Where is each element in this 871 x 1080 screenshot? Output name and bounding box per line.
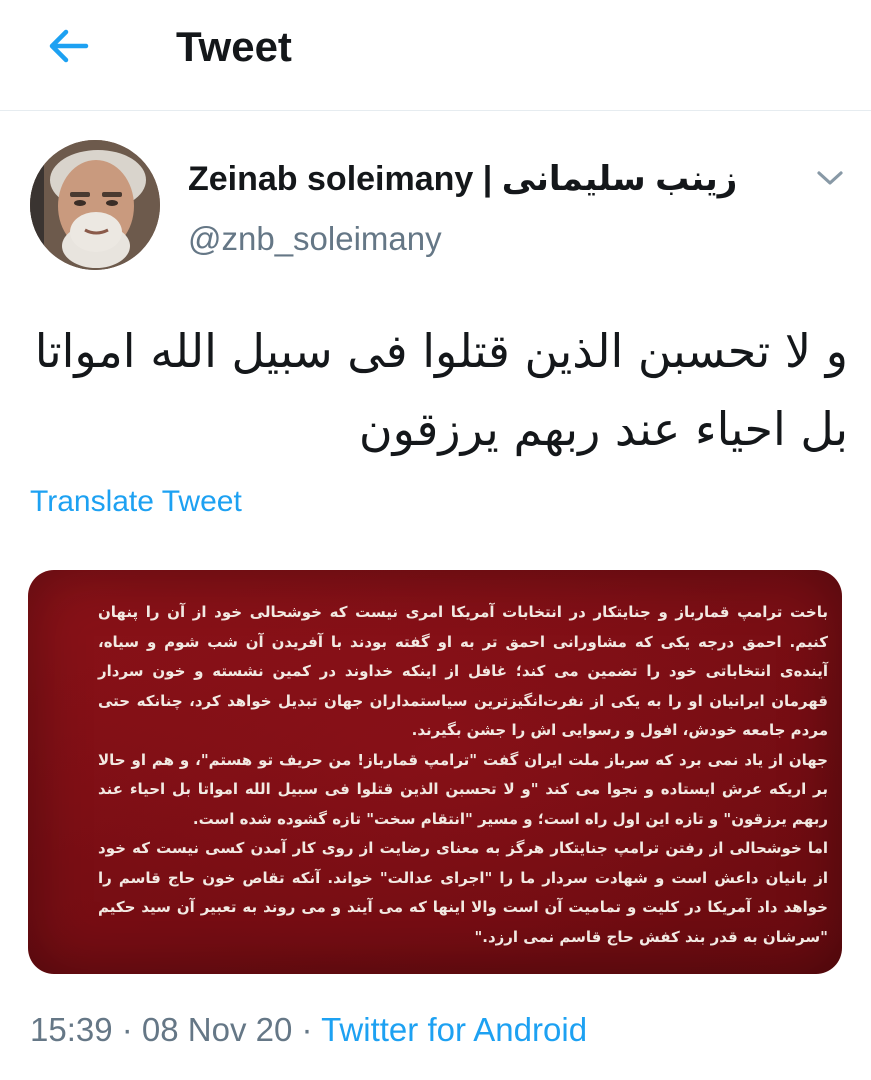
- chevron-down-icon: [817, 171, 843, 185]
- tweet-source-link[interactable]: Twitter for Android: [321, 1011, 587, 1048]
- arrow-left-icon: [49, 29, 89, 63]
- tweet-date: 08 Nov 20: [141, 1011, 293, 1048]
- tweet-menu-button[interactable]: [810, 162, 850, 194]
- avatar[interactable]: [30, 140, 160, 270]
- author-handle[interactable]: @znb_soleimany: [188, 218, 442, 260]
- avatar-portrait: [30, 140, 160, 270]
- meta-separator: ·: [112, 1011, 142, 1048]
- top-app-bar: Tweet: [0, 0, 871, 111]
- tweet-text-line: و لا تحسبن الذین قتلوا فی سبیل الله اموا…: [34, 324, 848, 378]
- tweet-time: 15:39: [30, 1011, 113, 1048]
- media-paragraph: باخت ترامپ قمارباز و جنایتکار در انتخابا…: [98, 603, 828, 739]
- back-button[interactable]: [40, 22, 96, 70]
- tweet-media-image[interactable]: باخت ترامپ قمارباز و جنایتکار در انتخابا…: [28, 570, 842, 974]
- tweet-text-line: بل احیاء عند ربهم یرزقون: [358, 402, 848, 456]
- translate-tweet-link[interactable]: Translate Tweet: [30, 482, 242, 522]
- media-statement-text: باخت ترامپ قمارباز و جنایتکار در انتخابا…: [98, 598, 828, 952]
- tweet-text: و لا تحسبن الذین قتلوا فی سبیل الله اموا…: [28, 312, 848, 468]
- page-title: Tweet: [176, 23, 292, 70]
- media-paragraph: جهان از یاد نمی برد که سرباز ملت ایران گ…: [98, 750, 828, 828]
- tweet-detail-page: Tweet Zeinab soleimany | زینب سلیمانی @z…: [0, 0, 871, 1080]
- author-display-name[interactable]: Zeinab soleimany | زینب سلیمانی: [188, 158, 737, 200]
- tweet-meta: 15:39 · 08 Nov 20 · Twitter for Android: [30, 1008, 587, 1052]
- meta-separator: ·: [292, 1011, 322, 1048]
- media-paragraph: اما خوشحالی از رفتن ترامپ جنایتکار هرگز …: [98, 839, 828, 946]
